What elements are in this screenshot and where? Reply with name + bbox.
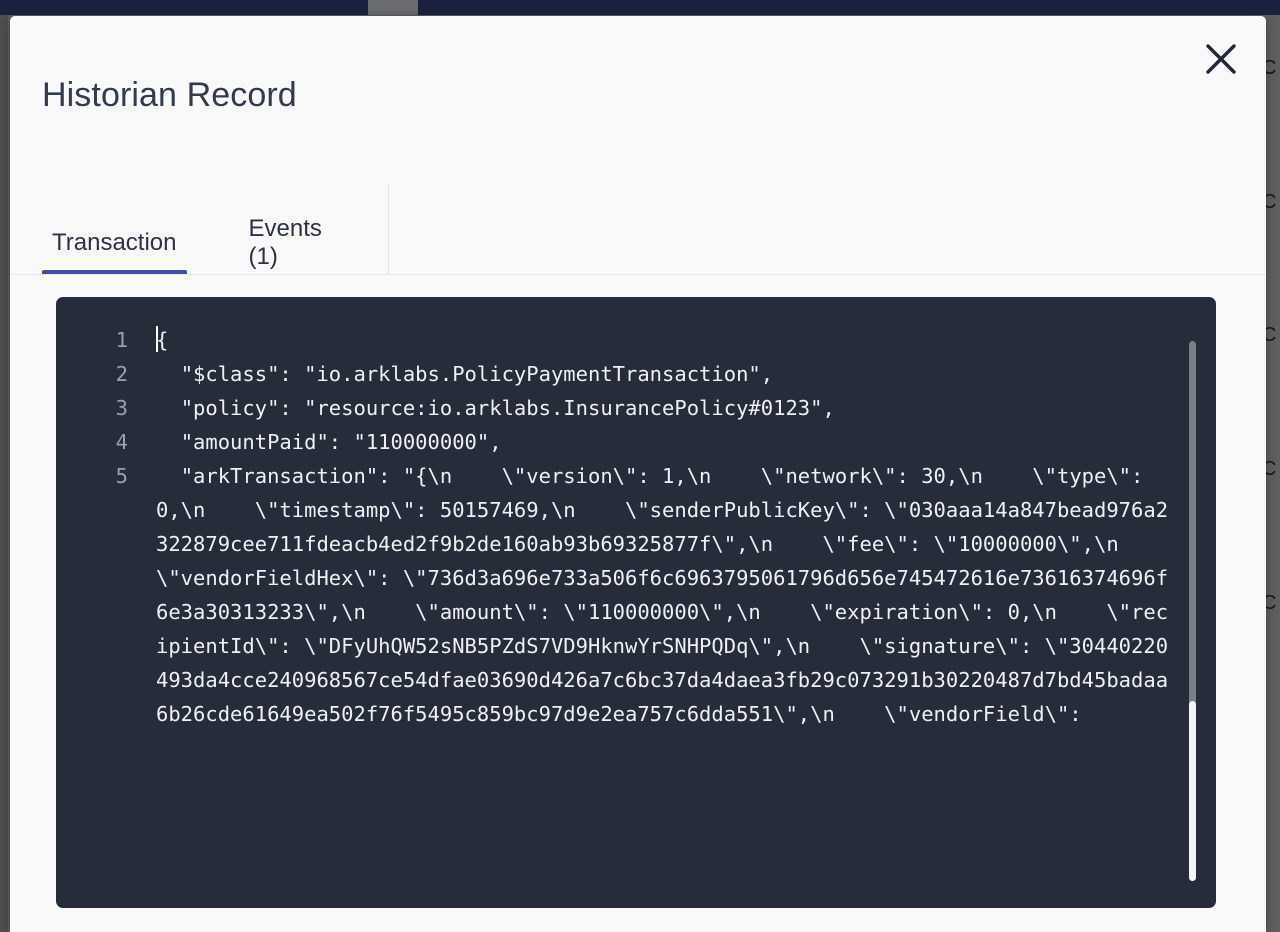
code-viewer[interactable]: 1 { 2 "$class": "io.arklabs.PolicyPaymen… <box>56 297 1216 908</box>
tab-bar: Transaction Events (1) <box>10 184 388 275</box>
line-number: 1 <box>115 328 128 352</box>
code-line: 3 "policy": "resource:io.arklabs.Insuran… <box>56 391 1176 425</box>
line-number: 4 <box>115 430 128 454</box>
tab-events[interactable]: Events (1) <box>239 184 337 275</box>
code-line: 2 "$class": "io.arklabs.PolicyPaymentTra… <box>56 357 1176 391</box>
tab-panel-divider <box>10 274 1266 275</box>
close-icon[interactable] <box>1192 30 1250 88</box>
code-scroll-area[interactable]: 1 { 2 "$class": "io.arklabs.PolicyPaymen… <box>56 297 1216 908</box>
background-left-strip <box>0 15 8 932</box>
code-line-content[interactable]: "policy": "resource:io.arklabs.Insurance… <box>156 391 1176 425</box>
code-line: 5 "arkTransaction": "{\n \"version\": 1,… <box>56 459 1176 731</box>
vertical-scrollbar-thumb[interactable] <box>1189 701 1196 881</box>
close-icon-svg <box>1206 44 1236 74</box>
line-number: 2 <box>115 362 128 386</box>
tab-events-label: Events (1) <box>248 214 322 270</box>
top-nav-active-segment[interactable] <box>368 0 418 15</box>
code-line-content[interactable]: "$class": "io.arklabs.PolicyPaymentTrans… <box>156 357 1176 391</box>
tab-transaction[interactable]: Transaction <box>42 184 187 275</box>
top-nav-bar <box>0 0 1280 15</box>
tab-transaction-label: Transaction <box>52 228 177 256</box>
code-line-content[interactable]: "amountPaid": "110000000", <box>156 425 1176 459</box>
code-line-content[interactable]: "arkTransaction": "{\n \"version\": 1,\n… <box>156 459 1176 731</box>
vertical-scrollbar[interactable] <box>1189 341 1196 881</box>
page-title: Historian Record <box>42 76 297 114</box>
code-line-text: { <box>156 328 169 352</box>
historian-record-modal: Historian Record Transaction Events (1) … <box>10 16 1266 932</box>
code-line: 4 "amountPaid": "110000000", <box>56 425 1176 459</box>
code-line: 1 { <box>56 323 1176 357</box>
line-number: 3 <box>115 396 128 420</box>
code-line-content[interactable]: { <box>156 323 1176 357</box>
tab-bar-divider <box>388 184 389 275</box>
line-number: 5 <box>115 464 128 488</box>
